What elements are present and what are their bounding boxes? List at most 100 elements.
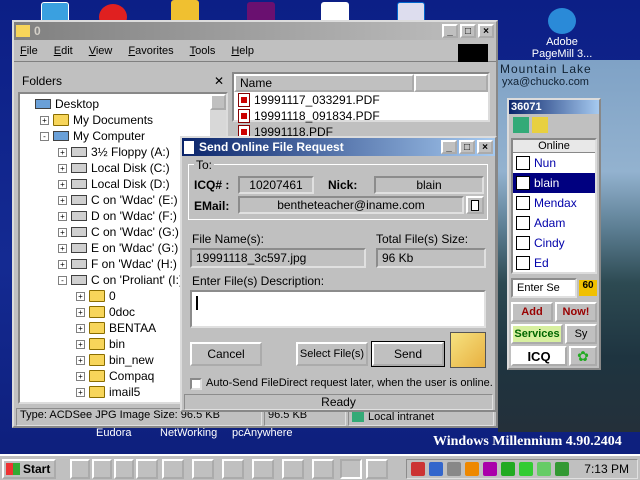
close-icon[interactable]: ✕ (214, 74, 224, 88)
expand-icon[interactable]: + (76, 339, 85, 349)
icq-contact[interactable]: Ed (513, 253, 595, 272)
icq-logo-button[interactable]: ICQ (511, 346, 567, 366)
expand-icon[interactable]: + (76, 404, 85, 405)
clock[interactable]: 7:13 PM (584, 462, 629, 476)
tree-item[interactable]: Desktop (22, 96, 226, 112)
collapse-icon[interactable]: - (58, 275, 67, 285)
icq-search-input[interactable]: Enter Se (511, 278, 577, 298)
icq-contact-list[interactable]: Online Nun blain Mendax Adam Cindy Ed (511, 138, 597, 274)
task-2[interactable] (162, 459, 184, 479)
icq-contact[interactable]: blain (513, 173, 595, 193)
tray-icon-9[interactable] (555, 462, 569, 476)
expand-icon[interactable]: + (58, 163, 67, 173)
expand-icon[interactable]: + (76, 355, 85, 365)
icq-contact[interactable]: Nun (513, 153, 595, 173)
minimize-button[interactable]: _ (442, 24, 458, 38)
task-8[interactable] (340, 459, 362, 479)
task-7[interactable] (312, 459, 334, 479)
folder-icon (89, 370, 105, 382)
tray-icon-5[interactable] (483, 462, 497, 476)
menu-help[interactable]: Help (231, 45, 254, 57)
dialog-minimize-button[interactable]: _ (441, 140, 457, 154)
expand-icon[interactable]: + (58, 195, 67, 205)
explorer-titlebar[interactable]: 0 _ □ × (14, 22, 496, 40)
filename-label: File Name(s): (192, 232, 265, 246)
filename-field: 19991118_3c597.jpg (190, 248, 366, 268)
expand-icon[interactable]: + (58, 179, 67, 189)
task-3[interactable] (192, 459, 214, 479)
icq-now-button[interactable]: Now! (555, 302, 597, 322)
expand-icon[interactable]: + (58, 147, 67, 157)
select-files-button[interactable]: Select File(s) (296, 342, 368, 366)
tray-icon-1[interactable] (411, 462, 425, 476)
autosend-label[interactable]: Auto-Send FileDirect request later, when… (206, 377, 493, 389)
expand-icon[interactable]: + (58, 227, 67, 237)
expand-icon[interactable]: + (58, 259, 67, 269)
collapse-icon[interactable]: - (40, 131, 49, 141)
dialog-titlebar[interactable]: Send Online File Request _ □ × (182, 138, 495, 156)
quicklaunch-3[interactable] (114, 459, 134, 479)
icq-contact[interactable]: Mendax (513, 193, 595, 213)
quicklaunch-2[interactable] (92, 459, 112, 479)
icq-menu-icon[interactable] (513, 117, 529, 133)
online-group-header[interactable]: Online (513, 140, 595, 153)
menu-edit[interactable]: Edit (54, 45, 73, 57)
expand-icon[interactable]: + (76, 307, 85, 317)
send-button[interactable]: Send (371, 341, 445, 367)
icq-search-count: 60 (579, 280, 597, 296)
icq-tray-icon[interactable] (501, 462, 515, 476)
icq-flower-button[interactable]: ✿ (569, 346, 597, 366)
task-9[interactable] (366, 459, 388, 479)
dialog-maximize-button[interactable]: □ (459, 140, 475, 154)
quicklaunch-ie[interactable] (70, 459, 90, 479)
tray-icon-2[interactable] (429, 462, 443, 476)
expand-icon[interactable]: + (76, 387, 85, 397)
maximize-button[interactable]: □ (460, 24, 476, 38)
autosend-checkbox[interactable] (190, 378, 202, 390)
file-list[interactable]: Name 19991117_033291.PDF 19991118_091834.… (232, 72, 490, 139)
expand-icon[interactable]: + (58, 211, 67, 221)
volume-icon[interactable] (447, 462, 461, 476)
cancel-button[interactable]: Cancel (190, 342, 262, 366)
contact-status-icon (516, 256, 530, 270)
floppy-icon (71, 147, 87, 157)
task-6[interactable] (282, 459, 304, 479)
menu-favorites[interactable]: Favorites (128, 45, 173, 57)
file-row[interactable]: 19991118_091834.PDF (234, 108, 488, 124)
tree-item-label: Compaq (109, 369, 155, 383)
icq-services-button[interactable]: Services (511, 324, 563, 344)
expand-icon[interactable]: + (76, 371, 85, 381)
icq-status-icon[interactable] (532, 117, 548, 133)
icq-add-button[interactable]: Add (511, 302, 553, 322)
start-button[interactable]: Start (2, 459, 56, 479)
menu-file[interactable]: File (20, 45, 38, 57)
zone-label: Local intranet (368, 411, 435, 423)
description-input[interactable] (190, 290, 486, 328)
contact-status-icon (516, 196, 530, 210)
icq-system-button[interactable]: Sy (565, 324, 597, 344)
task-1[interactable] (136, 459, 158, 479)
menu-view[interactable]: View (89, 45, 113, 57)
expand-icon[interactable]: + (76, 291, 85, 301)
email-action-button[interactable] (466, 196, 484, 214)
expand-icon[interactable]: + (40, 115, 49, 125)
icq-contact[interactable]: Cindy (513, 233, 595, 253)
icq-titlebar[interactable]: 36071 (509, 100, 599, 114)
expand-icon[interactable]: + (58, 243, 67, 253)
tray-icon-8[interactable] (537, 462, 551, 476)
tree-item[interactable]: + My Documents (22, 112, 226, 128)
file-row[interactable]: 19991117_033291.PDF (234, 92, 488, 108)
name-column-header[interactable]: Name (234, 74, 414, 92)
dialog-close-button[interactable]: × (477, 140, 493, 154)
menu-tools[interactable]: Tools (190, 45, 216, 57)
expand-icon[interactable]: + (76, 323, 85, 333)
tree-item-label: 0 (109, 289, 116, 303)
tray-icon-7[interactable] (519, 462, 533, 476)
dialog-status-bar: Ready (184, 394, 493, 410)
pagemill-desktop-icon[interactable]: Adobe PageMill 3... (527, 8, 597, 60)
task-5[interactable] (252, 459, 274, 479)
tray-icon-4[interactable] (465, 462, 479, 476)
icq-contact[interactable]: Adam (513, 213, 595, 233)
close-button[interactable]: × (478, 24, 494, 38)
task-4[interactable] (222, 459, 244, 479)
